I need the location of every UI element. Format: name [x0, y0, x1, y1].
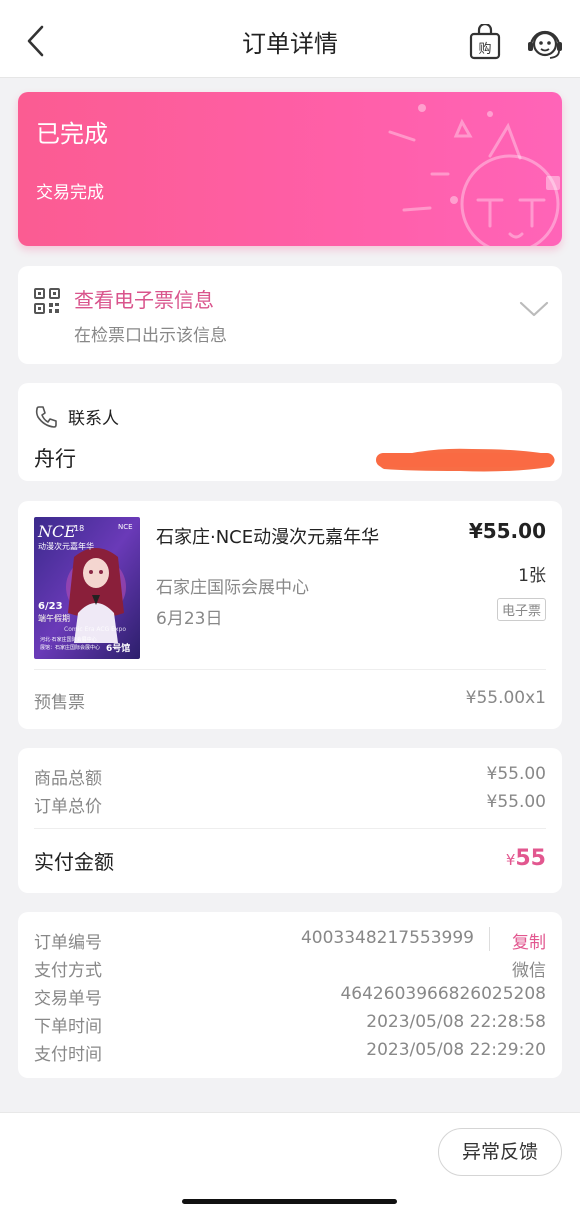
- poster-date-tag: 端午假期: [38, 613, 70, 623]
- poster-date: 6/23: [38, 601, 63, 612]
- event-poster-image: NCE 18 动漫次元嘉年华 NCE 6/23 端午假期 Comic Era A…: [34, 517, 140, 659]
- eticket-title: 查看电子票信息: [74, 288, 214, 312]
- order-no-label: 订单编号: [34, 933, 102, 953]
- bottom-action-bar: 异常反馈: [0, 1112, 580, 1213]
- order-time-label: 下单时间: [34, 1017, 102, 1037]
- paid-amount-label: 实付金额: [34, 850, 114, 874]
- order-info-card: 订单编号 4003348217553999 复制 支付方式 微信 交易单号 46…: [18, 912, 562, 1078]
- divider: [34, 828, 546, 829]
- pay-time-label: 支付时间: [34, 1045, 102, 1065]
- product-quantity: 1张: [518, 566, 546, 586]
- ticket-unit-price: ¥55.00x1: [465, 688, 546, 708]
- poster-logo-sub: 动漫次元嘉年华: [38, 541, 94, 551]
- poster-venue-line1: 河北·石家庄国际会展中心: [40, 636, 97, 643]
- order-no-row: 订单编号 4003348217553999: [34, 928, 474, 953]
- pay-method-value: 微信: [512, 961, 546, 981]
- order-total-label: 订单总价: [34, 797, 102, 817]
- goods-total-row: 商品总额 ¥55.00: [34, 764, 546, 789]
- ticket-type: 预售票: [34, 693, 85, 713]
- product-price: ¥55.00: [468, 519, 546, 543]
- poster-expo-text: Comic Era ACG Expo: [64, 626, 126, 633]
- product-name: 石家庄·NCE动漫次元嘉年华: [156, 527, 380, 548]
- poster-hall: 6号馆: [106, 642, 130, 654]
- eticket-badge: 电子票: [496, 598, 546, 621]
- customer-service-icon[interactable]: [526, 24, 564, 60]
- phone-icon: [35, 406, 57, 428]
- poster-logo: NCE: [37, 522, 76, 541]
- order-time-row: 下单时间 2023/05/08 22:28:58: [34, 1012, 546, 1037]
- copy-button[interactable]: 复制: [512, 928, 546, 953]
- paid-amount-value: ¥55: [506, 846, 546, 871]
- goods-total-label: 商品总额: [34, 769, 102, 789]
- redaction-mark: [376, 448, 555, 472]
- poster-venue-line2: 展馆：石家庄国际会展中心: [40, 644, 100, 651]
- divider: [34, 669, 546, 670]
- price-summary-card: 商品总额 ¥55.00 订单总价 ¥55.00 实付金额 ¥55: [18, 748, 562, 893]
- order-total-value: ¥55.00: [486, 792, 546, 812]
- paid-currency: ¥: [505, 851, 516, 869]
- trade-no-label: 交易单号: [34, 989, 102, 1009]
- poster-corner-logo: NCE: [118, 523, 133, 531]
- trade-no-value: 4642603966826025208: [340, 984, 546, 1004]
- home-indicator: [182, 1199, 397, 1204]
- order-no-value[interactable]: 4003348217553999: [301, 928, 474, 948]
- contact-label: 联系人: [68, 409, 119, 429]
- order-total-row: 订单总价 ¥55.00: [34, 792, 546, 817]
- shopping-bag-icon[interactable]: 购: [468, 24, 502, 60]
- pay-method-label: 支付方式: [34, 961, 102, 981]
- product-venue: 石家庄国际会展中心: [156, 578, 309, 598]
- product-date: 6月23日: [156, 609, 223, 629]
- bag-icon-label: 购: [478, 41, 491, 57]
- pay-method-row: 支付方式 微信: [34, 956, 546, 981]
- status-title: 已完成: [36, 120, 108, 148]
- chevron-down-icon[interactable]: [518, 300, 550, 318]
- eticket-card[interactable]: 查看电子票信息 在检票口出示该信息: [18, 266, 562, 364]
- paid-amount: 55: [515, 846, 546, 871]
- mascot-illustration: [388, 104, 560, 246]
- feedback-button[interactable]: 异常反馈: [438, 1128, 562, 1176]
- order-time-value: 2023/05/08 22:28:58: [366, 1012, 546, 1032]
- contact-name: 舟行: [34, 447, 76, 471]
- status-subtitle: 交易完成: [36, 183, 104, 203]
- goods-total-value: ¥55.00: [486, 764, 546, 784]
- eticket-subtitle: 在检票口出示该信息: [74, 326, 227, 346]
- qr-code-icon: [34, 288, 60, 314]
- trade-no-row: 交易单号 4642603966826025208: [34, 984, 546, 1009]
- divider: [489, 927, 490, 951]
- pay-time-value: 2023/05/08 22:29:20: [366, 1040, 546, 1060]
- poster-logo-num: 18: [74, 524, 84, 533]
- pay-time-row: 支付时间 2023/05/08 22:29:20: [34, 1040, 546, 1065]
- nav-bar: 订单详情 购: [0, 0, 580, 78]
- contact-card: 联系人 舟行: [18, 383, 562, 481]
- product-card[interactable]: NCE 18 动漫次元嘉年华 NCE 6/23 端午假期 Comic Era A…: [18, 501, 562, 729]
- order-status-banner: 已完成 交易完成: [18, 92, 562, 246]
